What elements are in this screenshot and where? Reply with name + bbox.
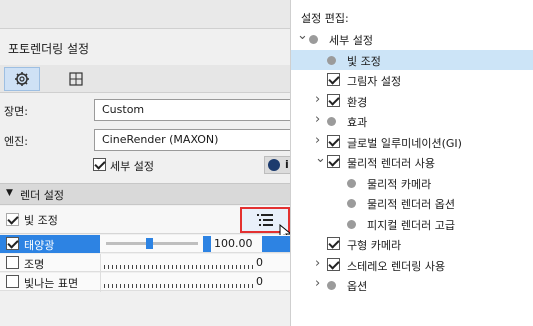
light-row-lamps[interactable]: 조명 0	[0, 254, 296, 272]
edit-settings-panel: 설정 편집: ⌄ 세부 설정빛 조정그림자 설정 › 환경 › 효과 › 글로벌 일루미네이션…	[290, 0, 533, 326]
tree-item-label: 물리적 렌더러 옵션	[367, 198, 455, 211]
tree-item-label: 피지컬 렌더러 고급	[367, 219, 455, 232]
frame-icon	[69, 72, 83, 86]
photorendering-settings-panel: 포토렌더링 설정 장면: Custom 엔진: CineRender (MAXO…	[0, 28, 296, 326]
sunlight-value[interactable]: 100.00	[214, 237, 253, 250]
tree-item-label: 글로벌 일루미네이션(GI)	[347, 137, 462, 150]
dot-icon	[309, 35, 318, 44]
chevron-down-icon[interactable]: ⌄	[297, 28, 308, 43]
dot-icon	[347, 220, 356, 229]
cinerender-logo-icon	[268, 159, 280, 171]
luminous-checkbox[interactable]	[6, 275, 19, 288]
lamps-slider[interactable]	[104, 265, 254, 269]
panel-title: 포토렌더링 설정	[8, 42, 90, 56]
tab-size[interactable]	[58, 67, 94, 91]
sunlight-value-marker	[203, 236, 211, 252]
tree-item-checkbox[interactable]	[327, 155, 340, 168]
tree-item[interactable]: 빛 조정	[291, 50, 533, 70]
tree-item-checkbox[interactable]	[327, 258, 340, 271]
dot-icon	[347, 199, 356, 208]
luminous-slider[interactable]	[104, 284, 254, 288]
tree-item[interactable]: › 스테레오 렌더링 사용	[291, 255, 533, 275]
tree-item[interactable]: › 효과	[291, 111, 533, 131]
dot-icon	[327, 117, 336, 126]
collapse-arrow-icon: ▼	[6, 188, 13, 198]
tree-item-checkbox[interactable]	[327, 94, 340, 107]
tab-settings[interactable]	[4, 67, 40, 91]
engine-dropdown[interactable]: CineRender (MAXON)	[94, 129, 296, 151]
list-icon	[257, 214, 273, 226]
tree-item[interactable]: 물리적 렌더러 옵션	[291, 193, 533, 213]
tree-item-label: 그림자 설정	[347, 75, 402, 88]
tree-item-label: 효과	[347, 116, 368, 129]
dot-icon	[347, 179, 356, 188]
light-row-luminous[interactable]: 빛나는 표면 0	[0, 273, 296, 291]
luminous-value[interactable]: 0	[256, 275, 263, 288]
tree-item-label: 세부 설정	[329, 34, 373, 47]
tree-item[interactable]: 피지컬 렌더러 고급	[291, 214, 533, 234]
edit-settings-title: 설정 편집:	[301, 12, 349, 25]
info-icon: i	[285, 158, 289, 171]
lamps-label: 조명	[24, 258, 45, 271]
chevron-down-icon[interactable]: ⌄	[315, 151, 326, 166]
detail-settings-checkbox[interactable]	[93, 158, 106, 171]
tree-item-label: 스테레오 렌더링 사용	[347, 260, 446, 273]
tab-bar	[0, 65, 296, 93]
tree-item-label: 환경	[347, 96, 368, 109]
scene-dropdown[interactable]: Custom	[94, 99, 296, 121]
column-divider	[100, 254, 101, 292]
light-row-sunlight[interactable]: 태양광 100.00	[0, 235, 296, 253]
tree-item-label: 구형 카메라	[347, 239, 402, 252]
tree-item[interactable]: › 환경	[291, 91, 533, 111]
render-settings-header[interactable]: ▼ 렌더 설정	[0, 183, 296, 205]
tree-item-label: 물리적 렌더러 사용	[347, 157, 435, 170]
tree-item[interactable]: › 글로벌 일루미네이션(GI)	[291, 132, 533, 152]
lamps-value[interactable]: 0	[256, 256, 263, 269]
render-settings-title: 렌더 설정	[20, 189, 64, 202]
chevron-right-icon[interactable]: ›	[315, 276, 320, 291]
tree-item-checkbox[interactable]	[327, 237, 340, 250]
tree-item[interactable]: › 옵션	[291, 275, 533, 295]
tree-item-label: 옵션	[347, 280, 368, 293]
scene-value: Custom	[102, 103, 145, 116]
tree-item[interactable]: ⌄ 물리적 렌더러 사용	[291, 151, 533, 172]
tree-item-label: 물리적 카메라	[367, 178, 432, 191]
chevron-right-icon[interactable]: ›	[315, 112, 320, 127]
engine-label: 엔진:	[4, 135, 28, 148]
chevron-right-icon[interactable]: ›	[315, 133, 320, 148]
tree-item[interactable]: 그림자 설정	[291, 70, 533, 90]
sunlight-slider-thumb[interactable]	[146, 238, 153, 249]
luminous-label: 빛나는 표면	[24, 277, 79, 290]
tree-item[interactable]: 물리적 카메라	[291, 173, 533, 193]
sunlight-label: 태양광	[24, 239, 55, 252]
lamps-checkbox[interactable]	[6, 256, 19, 269]
light-adjust-title: 빛 조정	[24, 214, 58, 227]
dot-icon	[327, 281, 336, 290]
engine-value: CineRender (MAXON)	[102, 133, 219, 146]
scene-label: 장면:	[4, 105, 28, 118]
light-adjust-checkbox[interactable]	[6, 213, 19, 226]
gear-icon	[15, 72, 29, 86]
dot-icon	[327, 56, 336, 65]
chevron-right-icon[interactable]: ›	[315, 256, 320, 271]
detail-settings-label: 세부 설정	[110, 160, 154, 173]
chevron-right-icon[interactable]: ›	[315, 92, 320, 107]
tree-item[interactable]: ⌄ 세부 설정	[291, 28, 533, 49]
sunlight-checkbox[interactable]	[6, 237, 19, 250]
tree-item-label: 빛 조정	[347, 55, 381, 68]
tree-item-checkbox[interactable]	[327, 135, 340, 148]
tree-item[interactable]: 구형 카메라	[291, 234, 533, 254]
tree-item-checkbox[interactable]	[327, 73, 340, 86]
